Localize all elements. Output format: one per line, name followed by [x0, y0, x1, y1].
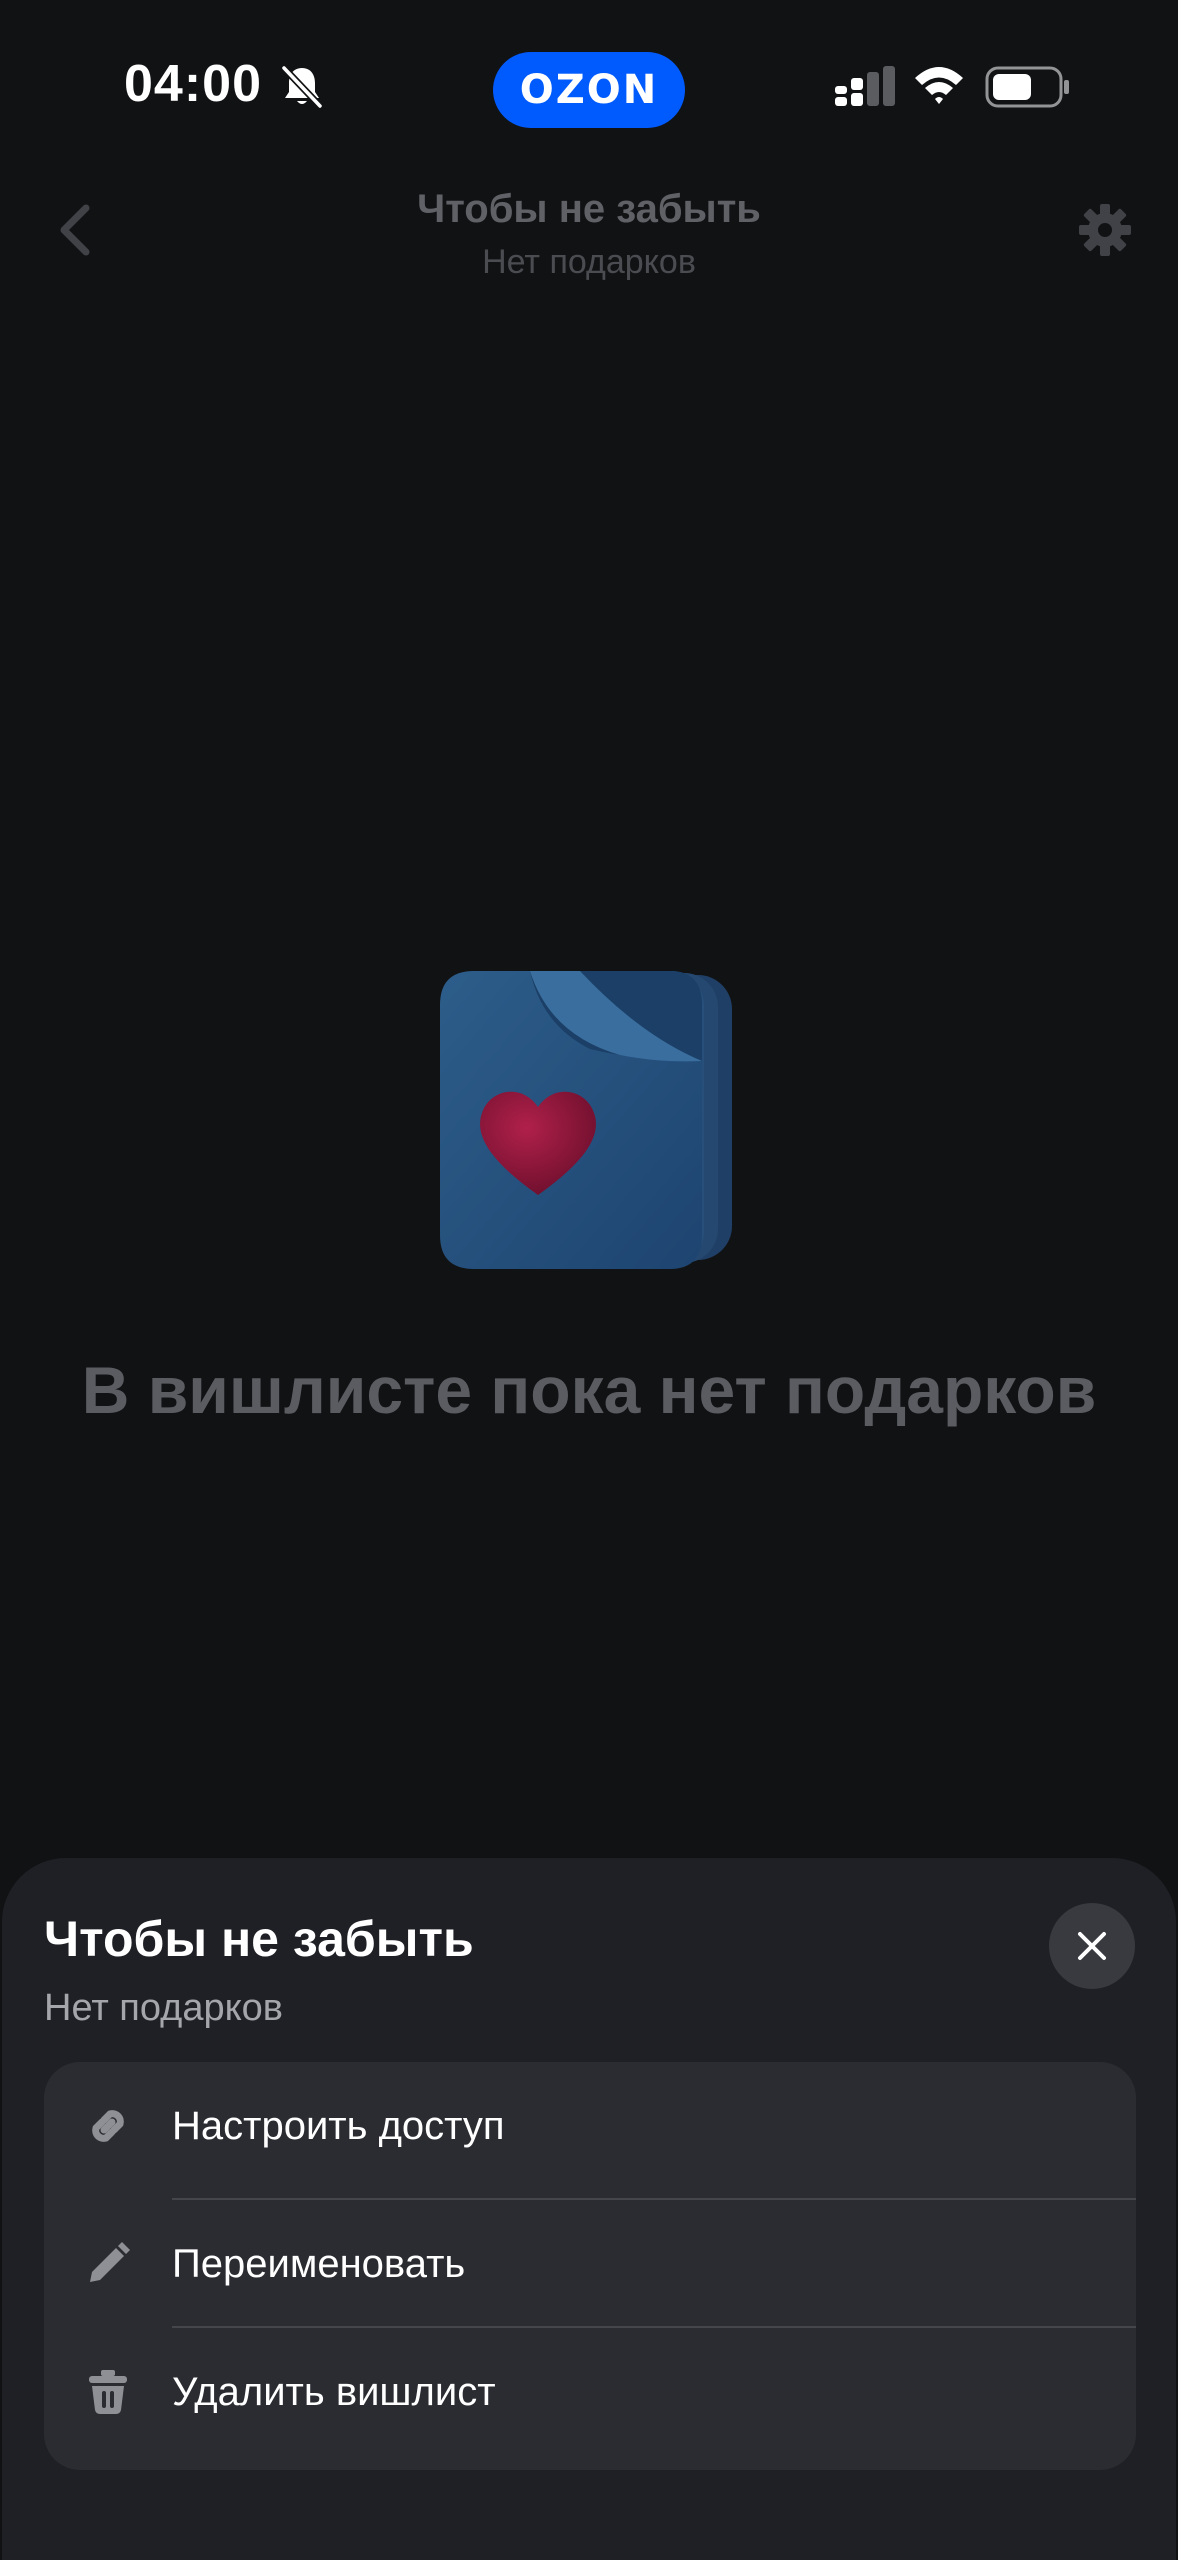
page-title: Чтобы не забыть [417, 187, 761, 231]
rename-button[interactable]: Переименовать [44, 2200, 1136, 2328]
configure-access-label: Настроить доступ [172, 2104, 505, 2148]
wishlist-actions-sheet: Чтобы не забыть Нет подарков Настроить д… [2, 1858, 1176, 2560]
battery-icon [985, 66, 1069, 108]
wifi-icon [915, 67, 963, 104]
link-icon [92, 2110, 124, 2142]
bell-muted-icon [281, 65, 323, 109]
status-time: 04:00 [124, 55, 262, 113]
actions-menu: Настроить доступ Переименовать Удалить в… [44, 2062, 1136, 2470]
status-bar: 04:00 OZON [0, 0, 1178, 175]
configure-access-button[interactable]: Настроить доступ [44, 2062, 1136, 2190]
sheet-title: Чтобы не забыть [44, 1911, 474, 1967]
cellular-signal-icon [835, 66, 895, 106]
trash-icon [89, 2370, 127, 2414]
wishlist-empty-illustration [440, 971, 732, 1269]
delete-wishlist-label: Удалить вишлист [172, 2370, 496, 2414]
ozon-logo: OZON [493, 52, 685, 128]
close-icon [1078, 1932, 1106, 1960]
close-button[interactable] [1049, 1903, 1135, 1989]
rename-label: Переименовать [172, 2242, 466, 2286]
sheet-subtitle: Нет подарков [44, 1987, 283, 2029]
delete-wishlist-button[interactable]: Удалить вишлист [44, 2328, 1136, 2456]
gear-icon[interactable] [1077, 202, 1133, 258]
page-subtitle: Нет подарков [482, 243, 696, 281]
empty-state-title: В вишлисте пока нет подарков [81, 1353, 1097, 1427]
pencil-icon [90, 2242, 130, 2282]
